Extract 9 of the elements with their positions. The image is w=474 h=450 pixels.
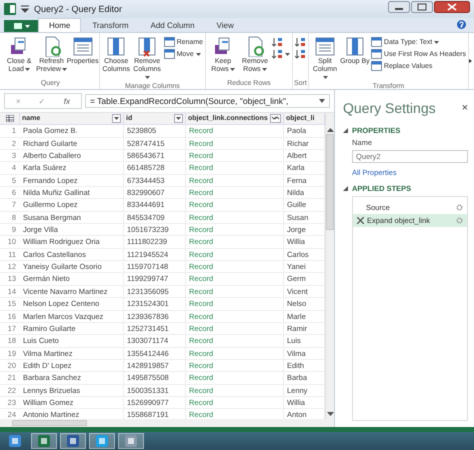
ribbon-tab[interactable]: Add Column [140,18,206,32]
formula-field[interactable]: = Table.ExpandRecordColumn(Source, "object_link", [85,94,330,108]
ribbon-tab[interactable]: Home [38,18,82,32]
panel-title: Query Settings [343,100,436,116]
close-button[interactable]: × [462,102,468,114]
ribbon-tab[interactable]: Transform [81,18,140,32]
window-title: Query2 - Query Editor [34,4,122,14]
insert-function-button[interactable]: fx [64,96,70,106]
ribbon-tab[interactable]: View [206,18,245,32]
